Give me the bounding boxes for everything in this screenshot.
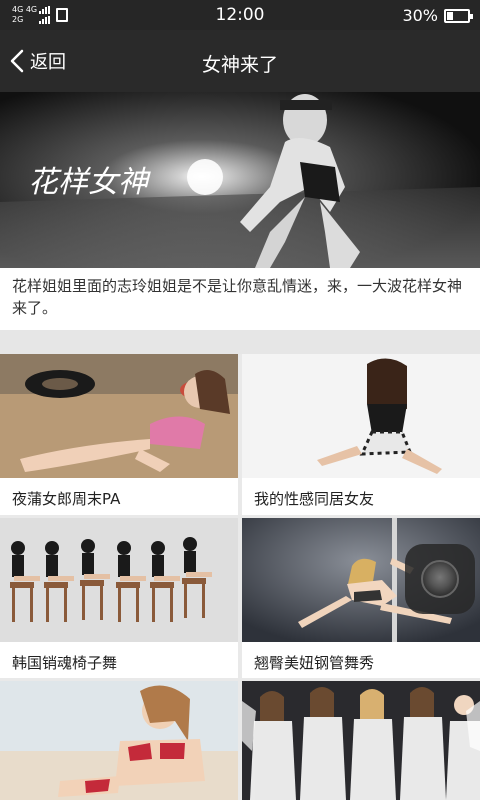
card-title: 我的性感同居女友	[254, 490, 375, 508]
battery-percent: 30%	[402, 6, 438, 25]
video-card[interactable]	[0, 681, 238, 800]
back-button[interactable]: 返回	[10, 44, 66, 78]
assistive-touch-icon	[421, 560, 459, 598]
hero-caption: 花样姐姐里面的志玲姐姐是不是让你意乱情迷，来，一大波花样女神来了。	[0, 268, 480, 330]
hero-banner[interactable]: 花样女神	[0, 92, 480, 268]
hero-image: 花样女神	[0, 92, 480, 268]
chevron-left-icon	[10, 49, 24, 73]
video-card[interactable]	[242, 681, 480, 800]
card-title: 夜蒲女郎周末PA	[12, 490, 121, 508]
card-thumbnail	[0, 354, 238, 478]
page-title: 女神来了	[201, 54, 278, 76]
card-title: 翘臀美妞钢管舞秀	[254, 654, 375, 672]
back-label: 返回	[30, 52, 66, 73]
nav-bar: 返回 女神来了	[0, 30, 480, 92]
card-thumbnail	[0, 681, 238, 800]
hero-overlay-text: 花样女神	[28, 165, 151, 200]
card-thumbnail	[242, 354, 480, 478]
card-thumbnail	[242, 681, 480, 800]
assistive-touch-button[interactable]	[405, 544, 475, 614]
status-bar: 4G 4G 2G 12:00 30%	[0, 0, 480, 30]
card-title: 韩国销魂椅子舞	[12, 654, 118, 672]
battery-status: 30%	[402, 6, 473, 25]
video-card[interactable]: 夜蒲女郎周末PA	[0, 354, 238, 515]
video-card[interactable]: 我的性感同居女友	[242, 354, 480, 515]
battery-fill	[447, 11, 453, 20]
video-card[interactable]: 韩国销魂椅子舞	[0, 518, 238, 678]
section-divider	[0, 330, 480, 354]
card-thumbnail	[0, 518, 238, 642]
battery-icon	[444, 8, 473, 23]
